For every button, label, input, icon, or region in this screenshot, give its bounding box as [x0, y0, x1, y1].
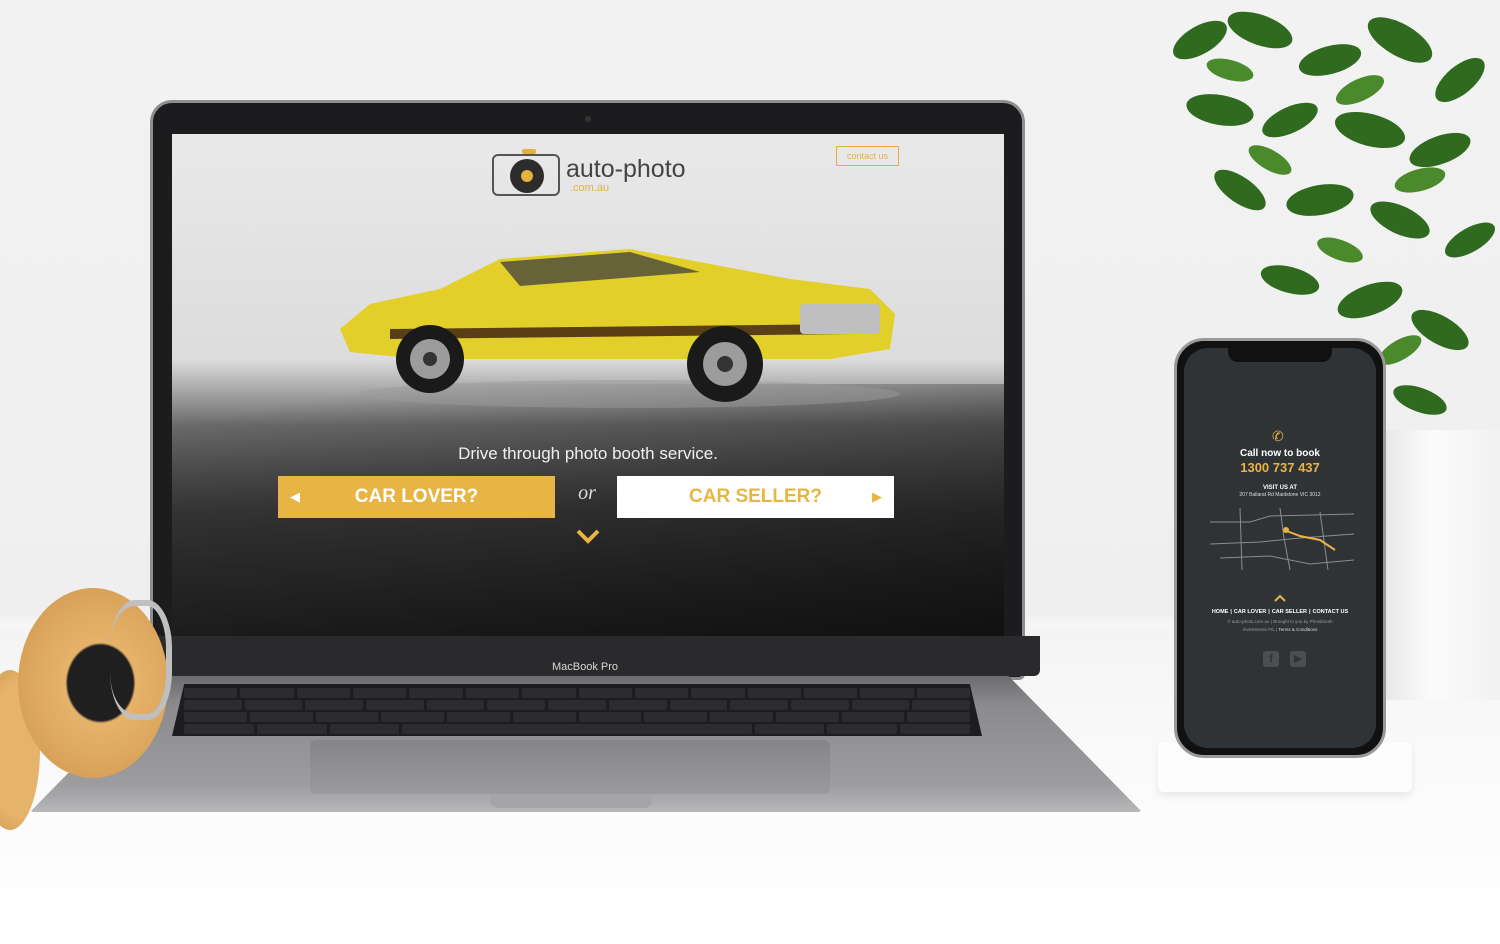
visit-label: VISIT US AT: [1262, 485, 1297, 491]
chevron-down-icon[interactable]: [575, 526, 601, 546]
hero-car-image: [340, 249, 900, 408]
footer-nav-car-lover[interactable]: CAR LOVER: [1234, 609, 1266, 615]
car-seller-label: CAR SELLER?: [689, 486, 822, 507]
facebook-icon[interactable]: f: [1263, 651, 1279, 667]
right-arrow-icon: ▶: [872, 489, 882, 504]
contact-us-button[interactable]: contact us: [836, 146, 899, 166]
laptop-keyboard: [172, 684, 982, 736]
logo-name: auto-photo: [566, 154, 686, 183]
webcam: [585, 116, 591, 122]
copyright-line-2: Investments P/L: [1242, 627, 1275, 632]
lid-opening-notch: [490, 796, 652, 808]
footer-nav-car-seller[interactable]: CAR SELLER: [1272, 609, 1307, 615]
car-seller-button[interactable]: CAR SELLER? ▶: [617, 476, 894, 518]
terms-link[interactable]: Terms & Conditions: [1278, 627, 1317, 632]
footer-nav-home[interactable]: HOME: [1212, 609, 1229, 615]
trackpad: [310, 740, 830, 794]
phone-notch: [1228, 346, 1332, 362]
logo-domain: .com.au: [570, 181, 610, 194]
laptop-brand-label: MacBook Pro: [551, 661, 619, 673]
address-text: 207 Ballarat Rd Maidstone VIC 3012: [1239, 492, 1321, 498]
headphone-band: [110, 600, 172, 720]
call-label: Call now to book: [1240, 448, 1320, 459]
youtube-icon[interactable]: ▶: [1290, 651, 1306, 667]
plant-pot: [1380, 430, 1500, 700]
phone-icon: ✆: [1272, 428, 1284, 444]
left-arrow-icon: ◀: [290, 489, 300, 504]
camera-wheel-logo-icon: [492, 149, 560, 196]
copyright-text: © auto-photo.com.au | Brought to you by …: [1184, 618, 1376, 634]
chevron-up-icon[interactable]: [1274, 594, 1286, 602]
location-map[interactable]: [1210, 508, 1354, 570]
car-lover-label: CAR LOVER?: [354, 486, 479, 507]
footer-nav: HOME | CAR LOVER | CAR SELLER | CONTACT US: [1211, 609, 1349, 615]
footer-nav-contact-us[interactable]: CONTACT US: [1313, 609, 1349, 615]
phone-screen: ✆ Call now to book 1300 737 437 VISIT US…: [1184, 348, 1376, 748]
cta-separator: or: [578, 482, 596, 504]
phone-number-link[interactable]: 1300 737 437: [1184, 460, 1376, 475]
hero-tagline: Drive through photo booth service.: [458, 444, 718, 463]
car-lover-button[interactable]: ◀ CAR LOVER?: [278, 476, 555, 518]
site-logo[interactable]: auto-photo .com.au: [492, 149, 686, 196]
laptop-screen: auto-photo .com.au contact us Drive thro…: [172, 134, 1004, 636]
copyright-line-1: © auto-photo.com.au | Brought to you by …: [1227, 619, 1333, 624]
